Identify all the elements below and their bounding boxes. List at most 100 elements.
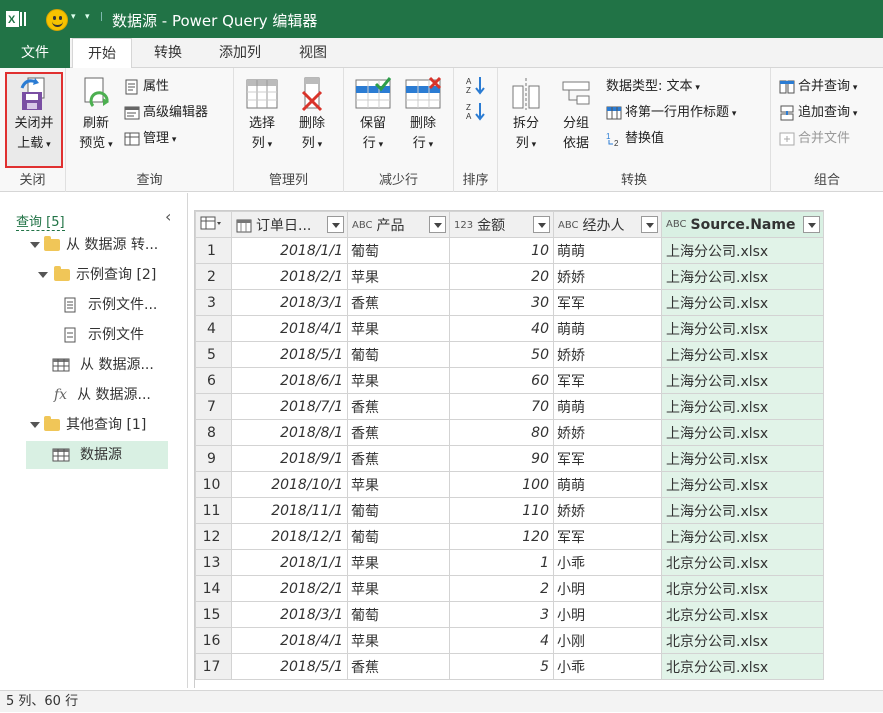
product-cell[interactable]: 葡萄	[347, 523, 450, 550]
product-cell[interactable]: 香蕉	[347, 289, 450, 316]
product-cell[interactable]: 葡萄	[347, 341, 450, 368]
amount-cell[interactable]: 2	[449, 575, 554, 602]
combine-files-button[interactable]: 合并文件	[779, 128, 850, 150]
amount-cell[interactable]: 3	[449, 601, 554, 628]
column-header-order-date[interactable]: 订单日...	[231, 211, 348, 238]
row-number[interactable]: 17	[195, 653, 232, 680]
table-row[interactable]: 13 2018/1/1 苹果 1 小乖 北京分公司.xlsx	[195, 549, 824, 576]
order-date-cell[interactable]: 2018/7/1	[231, 393, 348, 420]
column-filter-dropdown[interactable]	[641, 216, 658, 233]
column-filter-dropdown[interactable]	[803, 216, 820, 233]
amount-cell[interactable]: 20	[449, 263, 554, 290]
source-name-cell[interactable]: 上海分公司.xlsx	[661, 445, 824, 472]
order-date-cell[interactable]: 2018/8/1	[231, 419, 348, 446]
quick-access-dropdown-icon[interactable]: ▾	[85, 12, 90, 22]
feedback-smiley-icon[interactable]	[46, 9, 68, 31]
row-number[interactable]: 7	[195, 393, 232, 420]
keep-rows-button[interactable]: 保留 行 ▾	[350, 76, 396, 155]
source-name-cell[interactable]: 上海分公司.xlsx	[661, 341, 824, 368]
amount-cell[interactable]: 4	[449, 627, 554, 654]
tree-item-sample-file-param[interactable]: 示例文件...	[0, 291, 188, 319]
row-number[interactable]: 12	[195, 523, 232, 550]
row-number[interactable]: 3	[195, 289, 232, 316]
row-number[interactable]: 8	[195, 419, 232, 446]
handler-cell[interactable]: 娇娇	[553, 497, 662, 524]
tab-view[interactable]: 视图	[285, 38, 341, 68]
amount-cell[interactable]: 40	[449, 315, 554, 342]
table-row[interactable]: 10 2018/10/1 苹果 100 萌萌 上海分公司.xlsx	[195, 471, 824, 498]
source-name-cell[interactable]: 上海分公司.xlsx	[661, 367, 824, 394]
smiley-dropdown-icon[interactable]: ▾	[71, 12, 76, 22]
row-number[interactable]: 13	[195, 549, 232, 576]
choose-columns-button[interactable]: 选择 列 ▾	[240, 76, 284, 155]
column-header-handler[interactable]: ABC 经办人	[553, 211, 662, 238]
handler-cell[interactable]: 军军	[553, 445, 662, 472]
order-date-cell[interactable]: 2018/10/1	[231, 471, 348, 498]
column-filter-dropdown[interactable]	[327, 216, 344, 233]
collapse-panel-icon[interactable]: ‹	[165, 207, 171, 226]
expand-caret-icon[interactable]	[38, 272, 48, 278]
column-filter-dropdown[interactable]	[429, 216, 446, 233]
source-name-cell[interactable]: 北京分公司.xlsx	[661, 653, 824, 680]
handler-cell[interactable]: 军军	[553, 367, 662, 394]
tree-folder-sample-query[interactable]: 示例查询 [2]	[0, 261, 188, 289]
handler-cell[interactable]: 娇娇	[553, 419, 662, 446]
table-row[interactable]: 5 2018/5/1 葡萄 50 娇娇 上海分公司.xlsx	[195, 341, 824, 368]
order-date-cell[interactable]: 2018/4/1	[231, 627, 348, 654]
product-cell[interactable]: 苹果	[347, 575, 450, 602]
amount-cell[interactable]: 70	[449, 393, 554, 420]
source-name-cell[interactable]: 上海分公司.xlsx	[661, 263, 824, 290]
sort-ascending-button[interactable]: AZ	[466, 74, 489, 96]
expand-caret-icon[interactable]	[30, 422, 40, 428]
data-type-dropdown[interactable]: 数据类型: 文本 ▾	[606, 76, 700, 98]
row-number[interactable]: 15	[195, 601, 232, 628]
order-date-cell[interactable]: 2018/11/1	[231, 497, 348, 524]
table-row[interactable]: 16 2018/4/1 苹果 4 小刚 北京分公司.xlsx	[195, 627, 824, 654]
source-name-cell[interactable]: 北京分公司.xlsx	[661, 575, 824, 602]
manage-button[interactable]: 管理 ▾	[124, 128, 176, 150]
source-name-cell[interactable]: 上海分公司.xlsx	[661, 497, 824, 524]
row-number[interactable]: 16	[195, 627, 232, 654]
order-date-cell[interactable]: 2018/1/1	[231, 549, 348, 576]
handler-cell[interactable]: 萌萌	[553, 237, 662, 264]
remove-rows-button[interactable]: 删除 行 ▾	[400, 76, 446, 155]
source-name-cell[interactable]: 上海分公司.xlsx	[661, 523, 824, 550]
properties-button[interactable]: 属性	[124, 76, 169, 98]
replace-values-button[interactable]: 1 2 替换值	[606, 128, 664, 150]
source-name-cell[interactable]: 上海分公司.xlsx	[661, 237, 824, 264]
sort-descending-button[interactable]: ZA	[466, 100, 489, 122]
amount-cell[interactable]: 50	[449, 341, 554, 368]
refresh-preview-button[interactable]: 刷新 预览 ▾	[70, 76, 122, 155]
remove-columns-button[interactable]: 删除 列 ▾	[290, 76, 334, 155]
table-row[interactable]: 3 2018/3/1 香蕉 30 军军 上海分公司.xlsx	[195, 289, 824, 316]
handler-cell[interactable]: 萌萌	[553, 471, 662, 498]
product-cell[interactable]: 香蕉	[347, 419, 450, 446]
product-cell[interactable]: 香蕉	[347, 653, 450, 680]
table-row[interactable]: 17 2018/5/1 香蕉 5 小乖 北京分公司.xlsx	[195, 653, 824, 680]
product-cell[interactable]: 葡萄	[347, 237, 450, 264]
tree-folder-transform[interactable]: 从 数据源 转...	[0, 231, 188, 259]
row-number[interactable]: 9	[195, 445, 232, 472]
product-cell[interactable]: 苹果	[347, 471, 450, 498]
expand-caret-icon[interactable]	[30, 242, 40, 248]
handler-cell[interactable]: 小明	[553, 601, 662, 628]
row-number[interactable]: 1	[195, 237, 232, 264]
product-cell[interactable]: 苹果	[347, 627, 450, 654]
table-row[interactable]: 1 2018/1/1 葡萄 10 萌萌 上海分公司.xlsx	[195, 237, 824, 264]
table-row[interactable]: 7 2018/7/1 香蕉 70 萌萌 上海分公司.xlsx	[195, 393, 824, 420]
tab-add-column[interactable]: 添加列	[207, 38, 273, 68]
group-by-button[interactable]: 分组 依据	[554, 76, 598, 154]
order-date-cell[interactable]: 2018/4/1	[231, 315, 348, 342]
product-cell[interactable]: 葡萄	[347, 497, 450, 524]
column-header-source-name[interactable]: ABC Source.Name	[661, 211, 824, 238]
order-date-cell[interactable]: 2018/5/1	[231, 341, 348, 368]
handler-cell[interactable]: 萌萌	[553, 393, 662, 420]
amount-cell[interactable]: 110	[449, 497, 554, 524]
table-row[interactable]: 2 2018/2/1 苹果 20 娇娇 上海分公司.xlsx	[195, 263, 824, 290]
handler-cell[interactable]: 小明	[553, 575, 662, 602]
table-row[interactable]: 14 2018/2/1 苹果 2 小明 北京分公司.xlsx	[195, 575, 824, 602]
order-date-cell[interactable]: 2018/1/1	[231, 237, 348, 264]
amount-cell[interactable]: 120	[449, 523, 554, 550]
amount-cell[interactable]: 10	[449, 237, 554, 264]
row-number[interactable]: 10	[195, 471, 232, 498]
